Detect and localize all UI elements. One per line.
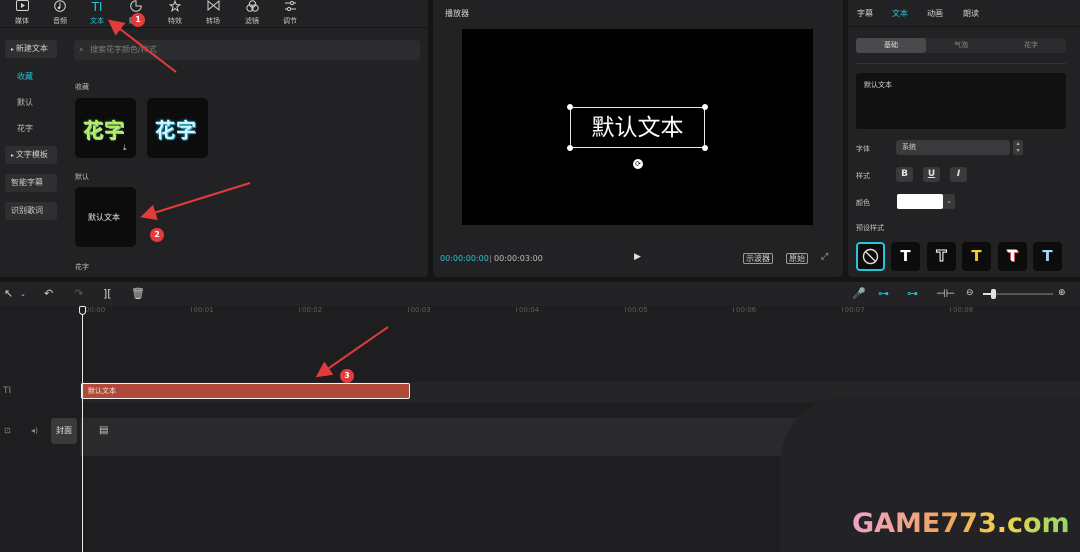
annotation-badge-1: 1 [131,13,145,27]
annotation-badge-2: 2 [150,228,164,242]
annotation-arrow-1 [107,19,177,73]
annotation-arrow-3 [315,326,389,378]
site-watermark: GAME773.com [852,508,1070,539]
annotation-arrow-2 [140,182,251,221]
annotation-badge-3: 3 [340,369,354,383]
watermark-text: GAME773.com [852,508,1070,539]
annotation-arrows [107,19,389,378]
